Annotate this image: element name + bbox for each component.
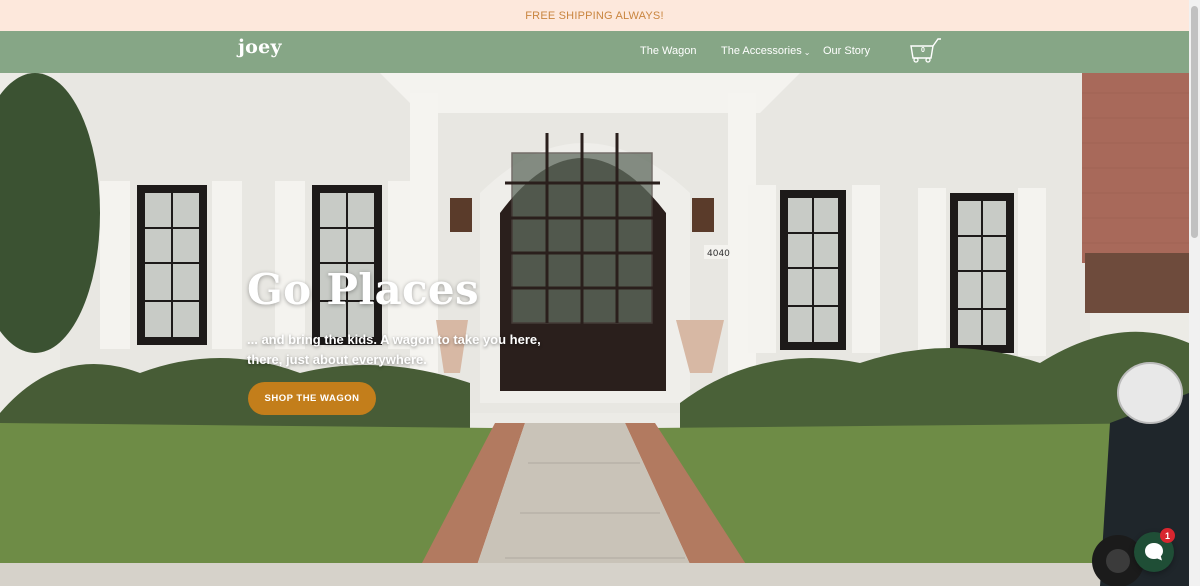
hero-background-image: 4040: [0, 73, 1189, 586]
hero-title: Go Places: [247, 265, 479, 314]
nav-the-wagon[interactable]: The Wagon: [640, 45, 696, 57]
hero-subtitle: ... and bring the kids. A wagon to take …: [247, 332, 541, 367]
chat-bubble-icon: [1145, 543, 1163, 561]
cart-button[interactable]: 0: [908, 37, 944, 63]
site-header: joey The Wagon The Accessories ⌄ Our Stor…: [0, 31, 1189, 73]
announcement-text: FREE SHIPPING ALWAYS!: [525, 9, 664, 22]
logo[interactable]: joey: [238, 36, 282, 58]
chevron-down-icon: ⌄: [803, 48, 811, 57]
shop-the-wagon-button[interactable]: SHOP THE WAGON: [248, 382, 376, 415]
nav-the-accessories-label: The Accessories: [721, 45, 802, 57]
wagon-cart-icon: [910, 38, 941, 63]
scrollbar-thumb[interactable]: [1191, 6, 1198, 238]
hero-banner: 4040 Go Places ... and bring the kids. A…: [0, 73, 1189, 586]
house-number: 4040: [707, 249, 730, 259]
nav-the-accessories[interactable]: The Accessories ⌄: [721, 45, 810, 57]
announcement-bar: FREE SHIPPING ALWAYS!: [0, 0, 1189, 31]
page-scrollbar[interactable]: [1189, 0, 1200, 586]
nav-our-story[interactable]: Our Story: [823, 45, 870, 57]
chat-notification-badge: 1: [1160, 528, 1175, 543]
cart-count: 0: [921, 47, 925, 54]
